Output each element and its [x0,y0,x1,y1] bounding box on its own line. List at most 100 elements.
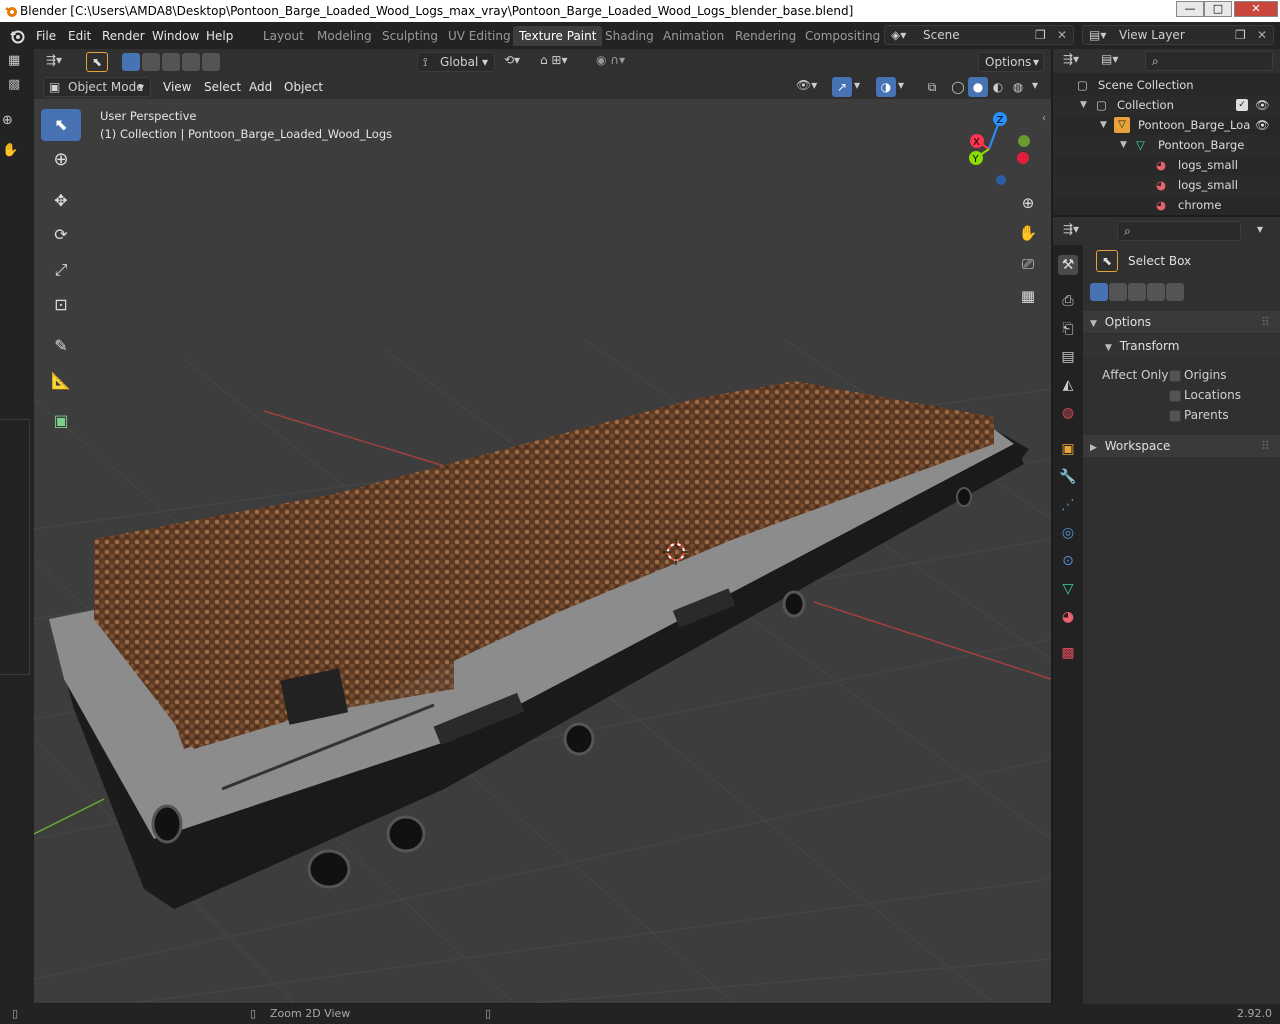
tab-uv-editing[interactable]: UV Editing [442,26,517,46]
modifier-tab-icon[interactable]: 🔧 [1058,467,1078,487]
outliner-row-material[interactable]: ◕ logs_small [1053,175,1280,195]
tab-modeling[interactable]: Modeling [311,26,378,46]
workspace-panel-header[interactable]: ▶ Workspace ⠿ [1083,435,1280,457]
select-box-tool[interactable]: ⬉ [41,109,81,141]
3d-viewport[interactable]: Z X Y User Perspective (1) Collection | … [34,99,1051,1003]
solid-shading-icon[interactable]: ● [968,77,988,97]
navigation-gizmo[interactable]: Z X Y [969,112,1030,185]
menu-help[interactable]: Help [206,27,233,45]
view-layer-tab-icon[interactable]: ▤ [1058,347,1078,367]
barge-model[interactable] [49,381,1029,909]
transform-orientation-dropdown[interactable]: ⟟ Global ▾ [417,52,495,72]
options-panel-header[interactable]: ▼ Options ⠿ [1083,311,1280,333]
scene-canvas[interactable]: Z X Y [34,99,1051,1003]
select-box-tool-icon[interactable]: ⬉ [86,52,108,72]
outliner-row-scene-collection[interactable]: ▢ Scene Collection [1053,75,1280,95]
physics-tab-icon[interactable]: ◎ [1058,523,1078,543]
view-layer-selector[interactable]: View Layer ▤▾ ❐ ✕ [1082,25,1274,45]
camera-view-icon[interactable]: ⎚ [1016,255,1040,279]
mode-intersect-selection-button[interactable] [202,53,220,71]
grid-icon[interactable]: ▩ [8,77,26,95]
visibility-dropdown[interactable]: 👁▾ [796,78,826,96]
origins-checkbox[interactable] [1169,370,1181,382]
menu-file[interactable]: File [36,27,56,45]
maximize-button[interactable]: □ [1204,1,1232,17]
tab-layout[interactable]: Layout [257,26,310,46]
transform-subpanel-header[interactable]: ▼ Transform [1083,335,1280,357]
overlay-dropdown[interactable]: ▾ [898,78,910,96]
overlay-toggle-icon[interactable]: ◑ [876,77,896,97]
cursor-tool[interactable]: ⊕ [41,144,81,176]
editor-type-dropdown[interactable]: ⇶▾ [46,53,72,71]
mode-intersect-selection-button[interactable] [1166,283,1184,301]
mode-invert-selection-button[interactable] [1147,283,1165,301]
pan-hand-icon[interactable]: ✋ [2,143,20,161]
transform-tool[interactable]: ⊡ [41,289,81,321]
zoom-view-icon[interactable]: ⊕ [1016,194,1040,218]
visibility-eye-icon[interactable]: 👁 [1255,95,1270,115]
menu-view[interactable]: View [163,78,191,96]
remove-scene-icon[interactable]: ✕ [1057,26,1067,44]
particles-tab-icon[interactable]: ⋰ [1058,495,1078,515]
mode-subtract-selection-button[interactable] [162,53,180,71]
sidebar-toggle-icon[interactable]: ‹ [1042,113,1046,124]
proportional-editing-dropdown[interactable]: ◉ ∩▾ [596,53,646,71]
drag-handle-icon[interactable]: ⠿ [1261,435,1270,457]
editor-type-dropdown[interactable]: ⇶▾ [1063,52,1079,66]
outliner-row-mesh[interactable]: ▼ ▽ Pontoon_Barge [1053,135,1280,155]
annotate-tool[interactable]: ✎ [41,330,81,362]
ortho-toggle-icon[interactable]: ▦ [1016,287,1040,311]
editor-type-icon[interactable]: ▦ [8,53,26,71]
output-tab-icon[interactable]: ⎗ [1058,319,1078,339]
options-dropdown[interactable]: Options ▾ [978,52,1044,72]
menu-window[interactable]: Window [152,27,199,45]
world-tab-icon[interactable]: ◍ [1058,403,1078,423]
expand-triangle-icon[interactable]: ▼ [1100,115,1107,135]
mode-dropdown[interactable]: ▣ Object Mode ▾ [43,77,151,97]
editor-type-dropdown[interactable]: ⇶▾ [1063,222,1079,236]
copy-view-layer-icon[interactable]: ❐ [1235,26,1246,44]
visibility-eye-icon[interactable]: 👁 [1255,115,1270,135]
add-cube-tool[interactable]: ▣ [41,405,81,437]
expand-triangle-icon[interactable]: ▼ [1080,95,1087,115]
exclude-checkbox[interactable]: ✓ [1236,99,1248,111]
menu-add[interactable]: Add [249,78,272,96]
mode-new-selection-button[interactable] [1090,283,1108,301]
mode-subtract-selection-button[interactable] [1128,283,1146,301]
chevron-down-icon[interactable]: ▾ [1257,222,1263,236]
mode-new-selection-button[interactable] [122,53,140,71]
outliner-row-object[interactable]: ▼ ▽ Pontoon_Barge_Loa 👁 [1053,115,1280,135]
drag-handle-icon[interactable]: ⠿ [1261,311,1270,333]
pivot-point-dropdown[interactable]: ⟲▾ [504,53,536,71]
minimize-button[interactable]: — [1176,1,1204,17]
wireframe-shading-icon[interactable]: ◯ [948,77,968,97]
shading-dropdown[interactable]: ▾ [1032,78,1044,96]
tab-texture-paint[interactable]: Texture Paint [513,26,603,46]
outliner-search-input[interactable]: ⌕ [1145,51,1273,71]
render-tab-icon[interactable]: ⎙ [1058,291,1078,311]
measure-tool[interactable]: 📐 [41,365,81,397]
scale-tool[interactable]: ⤢ [41,254,81,286]
outliner-row-material[interactable]: ◕ logs_small [1053,155,1280,175]
gizmo-toggle-icon[interactable]: ↗ [832,77,852,97]
mode-extend-selection-button[interactable] [1109,283,1127,301]
mode-invert-selection-button[interactable] [182,53,200,71]
material-shading-icon[interactable]: ◐ [988,77,1008,97]
rendered-shading-icon[interactable]: ◍ [1008,77,1028,97]
tool-tab-icon[interactable]: ⚒ [1058,255,1078,275]
remove-view-layer-icon[interactable]: ✕ [1257,26,1267,44]
move-tool[interactable]: ✥ [41,185,81,217]
menu-edit[interactable]: Edit [68,27,91,45]
scene-tab-icon[interactable]: ◭ [1058,375,1078,395]
material-tab-icon[interactable]: ◕ [1058,607,1078,627]
xray-toggle-icon[interactable]: ⧉ [922,77,942,97]
rotate-tool[interactable]: ⟳ [41,219,81,251]
close-window-button[interactable]: ✕ [1234,1,1278,17]
zoom-icon[interactable]: ⊕ [2,113,20,131]
snapping-dropdown[interactable]: ⌂ ⊞▾ [540,53,600,71]
copy-scene-icon[interactable]: ❐ [1035,26,1046,44]
pan-view-icon[interactable]: ✋ [1016,224,1040,248]
tab-compositing[interactable]: Compositing [799,26,886,46]
constraints-tab-icon[interactable]: ⊙ [1058,551,1078,571]
tab-rendering[interactable]: Rendering [729,26,802,46]
